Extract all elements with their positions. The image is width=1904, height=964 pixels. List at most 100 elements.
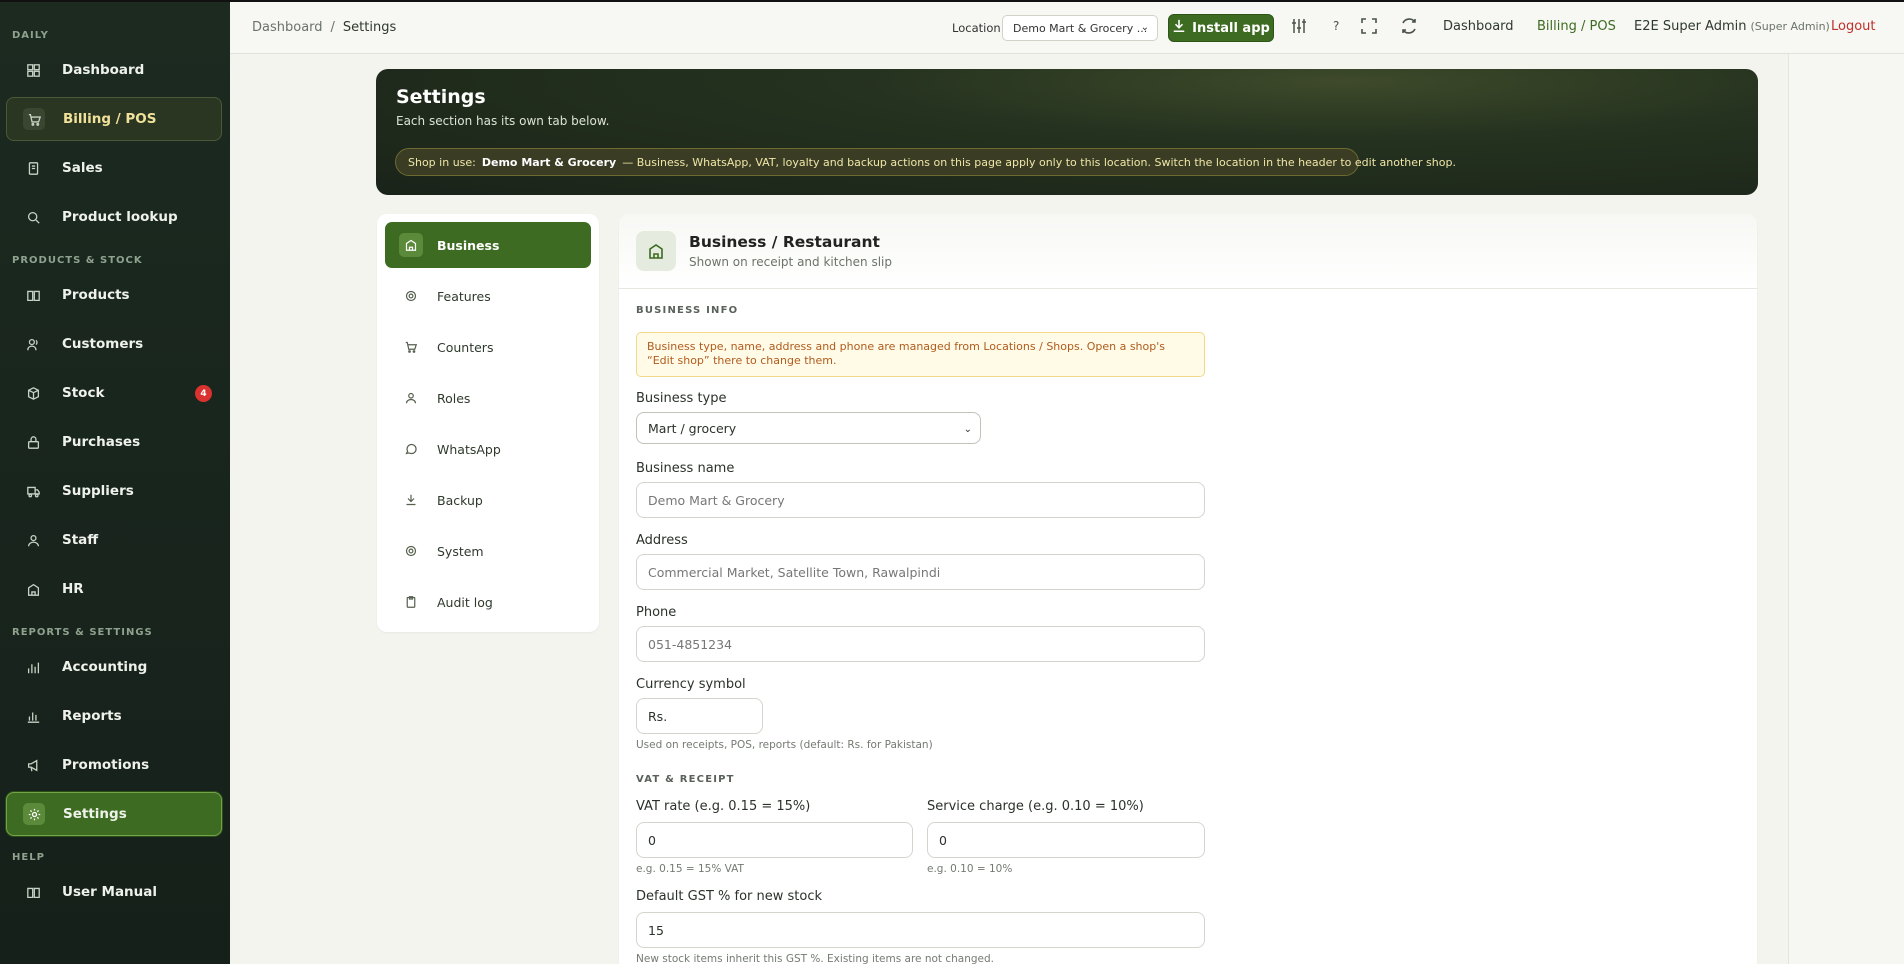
clipboard-icon	[399, 590, 423, 614]
bar-chart-icon	[22, 656, 44, 678]
sidebar-item-label: Settings	[63, 806, 127, 822]
sidebar-item-accounting[interactable]: Accounting	[6, 645, 222, 689]
currency-field[interactable]: Rs.	[636, 698, 763, 734]
vat-rate-field[interactable]: 0	[636, 822, 913, 858]
sidebar-item-stock[interactable]: Stock 4	[6, 371, 222, 415]
vat-rate-hint: e.g. 0.15 = 15% VAT	[636, 863, 744, 875]
sidebar: DAILY Dashboard Billing / POS Sales Prod…	[0, 2, 230, 964]
business-name-field[interactable]: Demo Mart & Grocery	[636, 482, 1205, 518]
sidebar-item-label: Staff	[62, 532, 99, 548]
sidebar-item-label: Reports	[62, 708, 122, 724]
sidebar-item-label: Accounting	[62, 659, 148, 675]
location-select[interactable]: Demo Mart & Grocery ... ⌄	[1002, 15, 1158, 41]
default-gst-label: Default GST % for new stock	[636, 889, 823, 904]
book-icon	[22, 284, 44, 306]
default-gst-hint: New stock items inherit this GST %. Exis…	[636, 953, 995, 964]
tab-system[interactable]: System	[385, 528, 591, 574]
sidebar-section-reports: REPORTS & SETTINGS	[12, 627, 153, 638]
sidebar-item-customers[interactable]: Customers	[6, 322, 222, 366]
sidebar-item-billing[interactable]: Billing / POS	[6, 97, 222, 141]
building-icon	[22, 578, 44, 600]
card-header: Business / Restaurant Shown on receipt a…	[619, 214, 1757, 289]
sidebar-item-products[interactable]: Products	[6, 273, 222, 317]
tab-label: Backup	[437, 492, 483, 508]
section-business-info: BUSINESS INFO	[636, 305, 739, 316]
service-charge-field[interactable]: 0	[927, 822, 1205, 858]
tab-label: Audit log	[437, 594, 493, 610]
sidebar-item-suppliers[interactable]: Suppliers	[6, 469, 222, 513]
sliders-icon[interactable]	[1291, 18, 1307, 38]
default-gst-field[interactable]: 15	[636, 912, 1205, 948]
user-name: E2E Super Admin	[1634, 19, 1747, 34]
help-icon[interactable]: ?	[1333, 19, 1339, 33]
users-icon	[22, 333, 44, 355]
tab-label: Features	[437, 288, 491, 304]
breadcrumb-current: Settings	[342, 20, 397, 35]
sidebar-item-label: Customers	[62, 336, 144, 352]
nav-dashboard-link[interactable]: Dashboard	[1443, 19, 1514, 34]
user-role: (Super Admin)	[1750, 20, 1830, 33]
locations-notice: Business type, name, address and phone a…	[636, 332, 1205, 377]
sidebar-item-reports[interactable]: Reports	[6, 694, 222, 738]
section-vat-receipt: VAT & RECEIPT	[636, 774, 735, 785]
tab-business[interactable]: Business	[385, 222, 591, 268]
download-icon	[1172, 19, 1186, 37]
search-icon	[22, 206, 44, 228]
sidebar-item-promotions[interactable]: Promotions	[6, 743, 222, 787]
page-subtitle: Each section has its own tab below.	[396, 114, 610, 128]
sidebar-item-user-manual[interactable]: User Manual	[6, 870, 222, 914]
refresh-icon[interactable]	[1401, 18, 1417, 38]
user-icon	[22, 529, 44, 551]
book-icon	[22, 881, 44, 903]
fullscreen-icon[interactable]	[1361, 18, 1377, 38]
tab-features[interactable]: Features	[385, 273, 591, 319]
logout-link[interactable]: Logout	[1831, 19, 1876, 34]
service-charge-label: Service charge (e.g. 0.10 = 10%)	[927, 799, 1144, 814]
gear-icon	[399, 284, 423, 308]
tab-label: Counters	[437, 339, 494, 355]
sidebar-item-hr[interactable]: HR	[6, 567, 222, 611]
tab-backup[interactable]: Backup	[385, 477, 591, 523]
tab-counters[interactable]: Counters	[385, 324, 591, 370]
sidebar-item-label: Stock	[62, 385, 105, 401]
address-label: Address	[636, 533, 688, 548]
business-settings-card: Business / Restaurant Shown on receipt a…	[619, 214, 1757, 964]
install-app-button[interactable]: Install app	[1168, 14, 1274, 42]
sidebar-item-label: Purchases	[62, 434, 141, 450]
nav-billing-link[interactable]: Billing / POS	[1537, 19, 1616, 34]
vat-rate-label: VAT rate (e.g. 0.15 = 15%)	[636, 799, 811, 814]
tab-roles[interactable]: Roles	[385, 375, 591, 421]
sidebar-item-label: Suppliers	[62, 483, 134, 499]
tab-audit-log[interactable]: Audit log	[385, 579, 591, 625]
phone-field[interactable]: 051-4851234	[636, 626, 1205, 662]
grid-icon	[22, 59, 44, 81]
tab-label: WhatsApp	[437, 441, 501, 457]
sidebar-item-settings[interactable]: Settings	[6, 792, 222, 836]
sidebar-item-purchases[interactable]: Purchases	[6, 420, 222, 464]
tab-label: Roles	[437, 390, 471, 406]
tab-whatsapp[interactable]: WhatsApp	[385, 426, 591, 472]
address-field[interactable]: Commercial Market, Satellite Town, Rawal…	[636, 554, 1205, 590]
chevron-down-icon: ⌄	[1140, 22, 1149, 33]
top-header: Dashboard / Settings Location Demo Mart …	[230, 2, 1904, 54]
stock-count-badge: 4	[195, 385, 212, 402]
business-type-select[interactable]: Mart / grocery ⌄	[636, 412, 981, 444]
tab-label: Business	[437, 237, 500, 253]
truck-icon	[22, 480, 44, 502]
cart-icon	[399, 335, 423, 359]
breadcrumb-dashboard-link[interactable]: Dashboard	[252, 20, 323, 35]
sidebar-section-help: HELP	[12, 852, 45, 863]
card-title: Business / Restaurant	[689, 233, 880, 251]
sidebar-item-label: Dashboard	[62, 62, 145, 78]
sidebar-item-staff[interactable]: Staff	[6, 518, 222, 562]
chat-icon	[399, 437, 423, 461]
sidebar-item-product-lookup[interactable]: Product lookup	[6, 195, 222, 239]
page-title: Settings	[396, 86, 486, 108]
shop-name: Demo Mart & Grocery	[481, 155, 617, 169]
sidebar-item-sales[interactable]: Sales	[6, 146, 222, 190]
sidebar-item-dashboard[interactable]: Dashboard	[6, 48, 222, 92]
page-right-gutter	[1788, 54, 1904, 964]
download-icon	[399, 488, 423, 512]
gear-icon	[23, 803, 45, 825]
sidebar-item-label: Products	[62, 287, 130, 303]
